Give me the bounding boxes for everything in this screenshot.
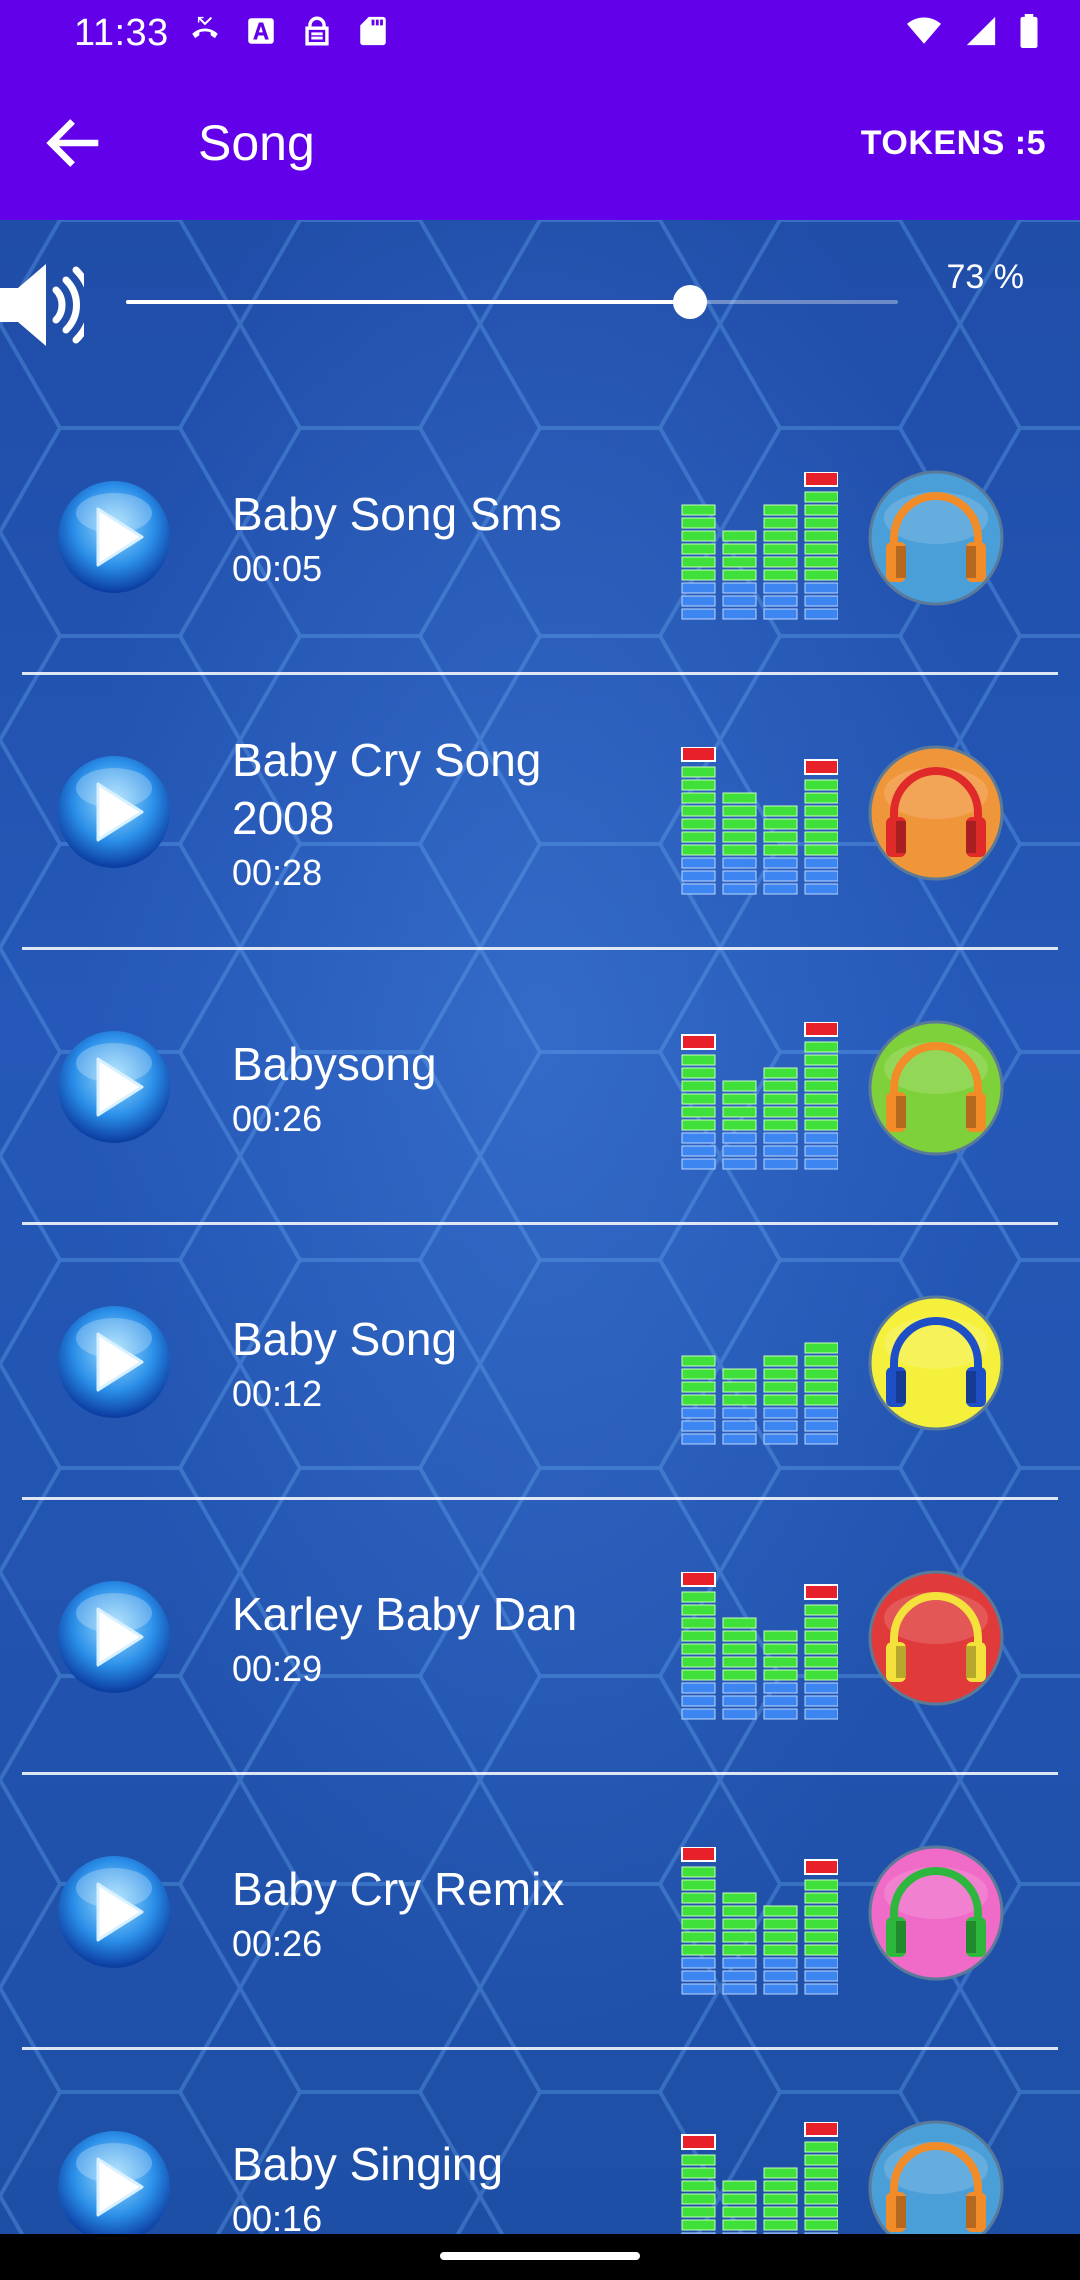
- lock-icon: [305, 16, 329, 46]
- song-row[interactable]: Baby Cry Remix 00:26: [0, 1775, 1080, 2050]
- song-list: Baby Song Sms 00:05 Baby Cry Song 2008 00:…: [0, 400, 1080, 2234]
- song-title: Baby Song: [232, 1313, 458, 1365]
- play-icon[interactable]: [54, 1302, 174, 1422]
- song-title: Karley Baby Dan: [232, 1588, 578, 1640]
- status-left-icons: [188, 14, 390, 48]
- song-title: Baby Singing: [232, 2138, 504, 2190]
- equalizer-icon: [681, 1342, 838, 1445]
- page-title: Song: [198, 115, 315, 171]
- song-screen: 73 % Baby Song Sms 00:05 Baby Cry Song 2…: [0, 220, 1080, 2234]
- headphones-icon[interactable]: [866, 743, 1006, 883]
- status-right-icons: [904, 14, 1040, 48]
- play-icon[interactable]: [54, 2127, 174, 2234]
- song-info: Babysong 00:26: [232, 1035, 652, 1141]
- song-info: Karley Baby Dan 00:29: [232, 1585, 652, 1691]
- signal-icon: [966, 16, 996, 46]
- speaker-icon[interactable]: [0, 260, 84, 350]
- song-info: Baby Singing 00:16: [232, 2135, 652, 2234]
- volume-percent: 73 %: [946, 258, 1025, 296]
- status-time: 11:33: [74, 12, 169, 54]
- status-bar: 11:33: [0, 0, 1080, 66]
- equalizer-icon: [681, 747, 838, 895]
- play-icon[interactable]: [54, 1027, 174, 1147]
- headphones-icon[interactable]: [866, 468, 1006, 608]
- song-info: Baby Cry Song 2008 00:28: [232, 731, 652, 895]
- song-info: Baby Cry Remix 00:26: [232, 1860, 652, 1966]
- song-row[interactable]: Baby Song 00:12: [0, 1225, 1080, 1500]
- song-duration: 00:28: [232, 852, 323, 893]
- song-row[interactable]: Babysong 00:26: [0, 950, 1080, 1225]
- song-duration: 00:05: [232, 548, 323, 589]
- song-row[interactable]: Baby Song Sms 00:05: [0, 400, 1080, 675]
- song-row[interactable]: Karley Baby Dan 00:29: [0, 1500, 1080, 1775]
- volume-slider-thumb[interactable]: [672, 285, 707, 319]
- song-info: Baby Song 00:12: [232, 1310, 652, 1416]
- tokens-counter: TOKENS :5: [860, 124, 1046, 162]
- equalizer-icon: [681, 1847, 838, 1995]
- volume-row: 73 %: [0, 220, 1080, 390]
- equalizer-icon: [681, 472, 838, 620]
- song-duration: 00:26: [232, 1098, 323, 1139]
- play-icon[interactable]: [54, 1577, 174, 1697]
- equalizer-icon: [681, 1022, 838, 1170]
- app-bar: Song TOKENS :5: [0, 66, 1080, 220]
- song-duration: 00:29: [232, 1648, 323, 1689]
- song-info: Baby Song Sms 00:05: [232, 485, 652, 591]
- song-duration: 00:26: [232, 1923, 323, 1964]
- headphones-icon[interactable]: [866, 1843, 1006, 1983]
- battery-icon: [1020, 14, 1038, 48]
- equalizer-icon: [681, 2122, 838, 2234]
- song-row[interactable]: Baby Cry Song 2008 00:28: [0, 675, 1080, 950]
- text-a-icon: [248, 18, 274, 44]
- sd-card-icon: [360, 16, 386, 46]
- song-title: Babysong: [232, 1038, 437, 1090]
- headphones-icon[interactable]: [866, 2118, 1006, 2234]
- play-icon[interactable]: [54, 1852, 174, 1972]
- missed-call-icon: [192, 16, 218, 39]
- song-title: Baby Song Sms: [232, 488, 562, 540]
- song-duration: 00:16: [232, 2198, 323, 2234]
- navigation-bar: [0, 2234, 1080, 2280]
- home-gesture-handle[interactable]: [440, 2252, 640, 2260]
- play-icon[interactable]: [54, 477, 174, 597]
- arrow-left-icon[interactable]: [40, 110, 106, 176]
- wifi-icon: [907, 17, 941, 44]
- headphones-icon[interactable]: [866, 1293, 1006, 1433]
- song-title: Baby Cry Remix: [232, 1863, 565, 1915]
- song-title: Baby Cry Song 2008: [232, 734, 542, 844]
- volume-slider[interactable]: [126, 285, 898, 319]
- song-duration: 00:12: [232, 1373, 323, 1414]
- equalizer-icon: [681, 1572, 838, 1720]
- headphones-icon[interactable]: [866, 1018, 1006, 1158]
- volume-slider-fill: [126, 300, 690, 304]
- song-row[interactable]: Baby Singing 00:16: [0, 2050, 1080, 2234]
- play-icon[interactable]: [54, 752, 174, 872]
- headphones-icon[interactable]: [866, 1568, 1006, 1708]
